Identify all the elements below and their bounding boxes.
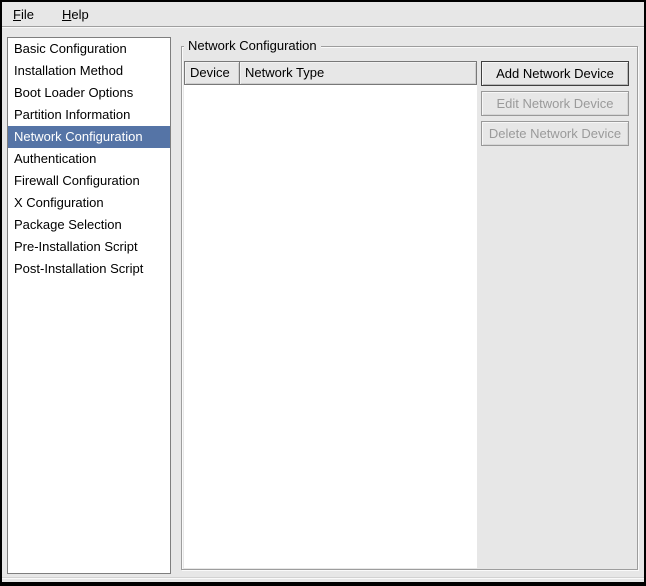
sidebar-item-installation-method[interactable]: Installation Method: [8, 60, 170, 82]
sidebar-item-firewall-configuration[interactable]: Firewall Configuration: [8, 170, 170, 192]
table-header-row: Device Network Type: [184, 61, 477, 85]
bottom-bevel-line: [2, 577, 644, 579]
table-header-network-type[interactable]: Network Type: [239, 61, 477, 85]
sidebar-item-x-configuration[interactable]: X Configuration: [8, 192, 170, 214]
menubar: File Help: [2, 2, 644, 27]
table-header-device[interactable]: Device: [184, 61, 240, 85]
sidebar-item-partition-information[interactable]: Partition Information: [8, 104, 170, 126]
category-list[interactable]: Basic Configuration Installation Method …: [7, 37, 171, 574]
edit-network-device-button[interactable]: Edit Network Device: [481, 91, 629, 116]
sidebar-item-basic-configuration[interactable]: Basic Configuration: [8, 38, 170, 60]
add-network-device-button[interactable]: Add Network Device: [481, 61, 629, 86]
menu-file[interactable]: File: [10, 5, 37, 24]
table-body-empty[interactable]: [184, 85, 477, 568]
delete-network-device-button[interactable]: Delete Network Device: [481, 121, 629, 146]
sidebar-item-post-installation-script[interactable]: Post-Installation Script: [8, 258, 170, 280]
sidebar-item-network-configuration[interactable]: Network Configuration: [8, 126, 170, 148]
network-device-table: Device Network Type: [184, 61, 477, 568]
menu-help[interactable]: Help: [59, 5, 92, 24]
sidebar-item-authentication[interactable]: Authentication: [8, 148, 170, 170]
window-content: File Help Basic Configuration Installati…: [2, 2, 644, 582]
frame-title: Network Configuration: [184, 38, 321, 54]
kickstart-configurator-window: File Help Basic Configuration Installati…: [0, 0, 646, 586]
sidebar-item-pre-installation-script[interactable]: Pre-Installation Script: [8, 236, 170, 258]
sidebar-item-boot-loader-options[interactable]: Boot Loader Options: [8, 82, 170, 104]
sidebar-item-package-selection[interactable]: Package Selection: [8, 214, 170, 236]
